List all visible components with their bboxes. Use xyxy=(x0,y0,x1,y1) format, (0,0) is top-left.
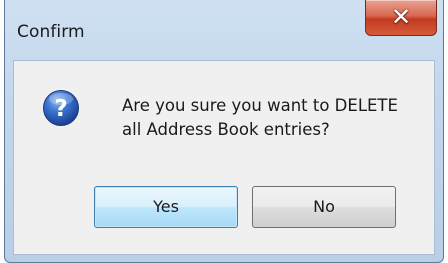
no-button[interactable]: No xyxy=(252,186,396,228)
close-icon: ✕ xyxy=(390,3,412,31)
dialog-content: ? Are you sure you want to DELETE all Ad… xyxy=(13,60,435,255)
confirm-message: Are you sure you want to DELETE all Addr… xyxy=(122,94,422,142)
message-line-2: all Address Book entries? xyxy=(122,120,330,139)
question-icon: ? xyxy=(43,90,79,126)
title-bar[interactable]: Confirm ✕ xyxy=(5,0,443,60)
svg-text:?: ? xyxy=(54,96,67,122)
confirm-dialog-window: Confirm ✕ ? Are you sure you want to DEL… xyxy=(4,0,444,263)
close-button[interactable]: ✕ xyxy=(365,0,437,36)
message-line-1: Are you sure you want to DELETE xyxy=(122,96,398,115)
window-title: Confirm xyxy=(17,22,85,42)
yes-button[interactable]: Yes xyxy=(94,186,238,228)
